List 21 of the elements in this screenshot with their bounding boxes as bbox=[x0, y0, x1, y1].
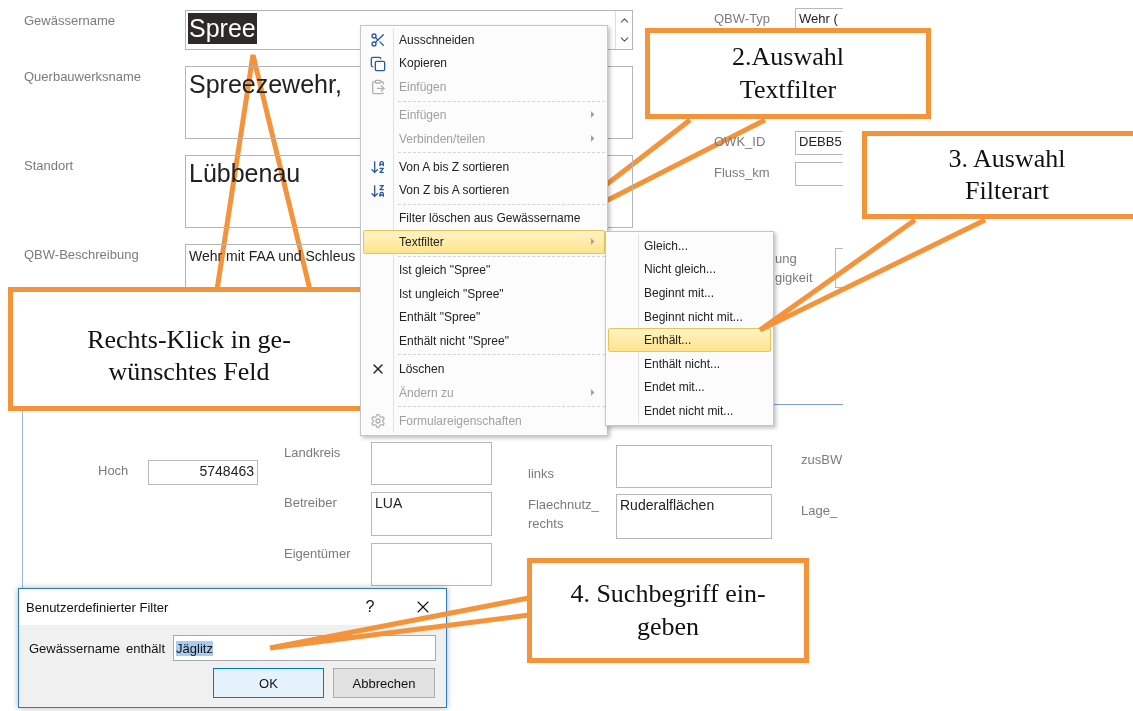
callout: 2.Auswahl Textfilter bbox=[645, 28, 931, 119]
field-label: Flaechnutz_ rechts bbox=[528, 496, 600, 533]
field-label: Querbauwerksname bbox=[24, 68, 143, 86]
field-label: ung gigkeit bbox=[774, 250, 814, 287]
field-label: QBW-Typ bbox=[714, 10, 772, 28]
callout: 3. Auswahl Filterart bbox=[862, 131, 1133, 219]
callout: 4. Suchbegriff ein- geben bbox=[527, 558, 809, 663]
field-label: Betreiber bbox=[284, 494, 338, 512]
field-label: zusBW bbox=[801, 451, 843, 469]
field-label: Eigentümer bbox=[284, 545, 352, 563]
field-label: links bbox=[528, 465, 555, 483]
field-label: Lage_ bbox=[801, 501, 839, 520]
field-label: Gewässername bbox=[29, 640, 121, 656]
field-label: Fluss_km bbox=[714, 164, 771, 182]
field-label: Landkreis bbox=[284, 444, 342, 462]
field-label: Standort bbox=[24, 157, 75, 175]
field-label: Hoch bbox=[98, 462, 130, 480]
dialog-title: Benutzerdefinierter Filter bbox=[26, 599, 170, 615]
operator-label: enthält bbox=[126, 640, 166, 656]
field-label: QBW-Beschreibung bbox=[24, 246, 140, 264]
field-label: Gewässername bbox=[24, 12, 117, 30]
